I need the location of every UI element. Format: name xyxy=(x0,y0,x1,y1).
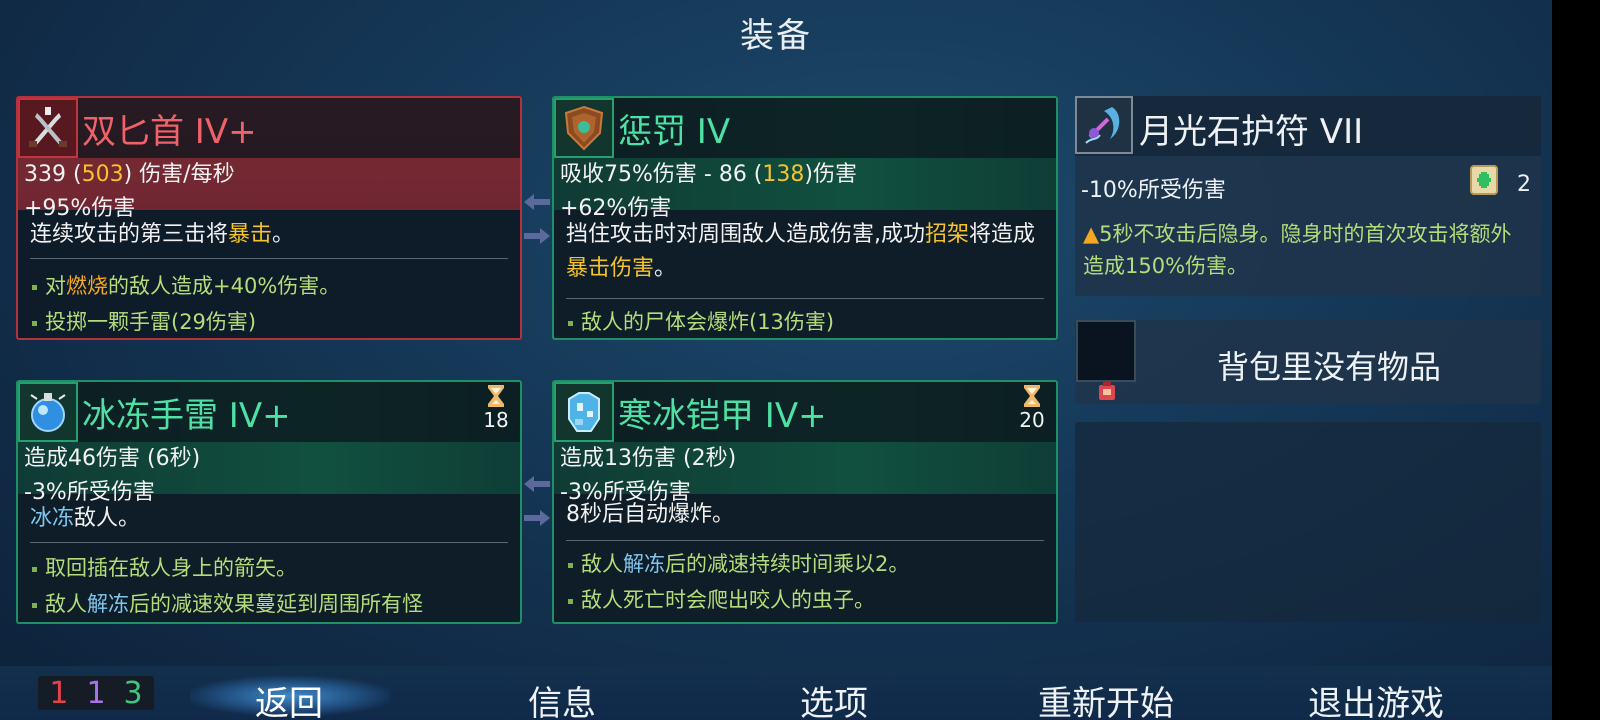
screen-edge xyxy=(1552,0,1600,720)
backpack-empty-text: 背包里没有物品 xyxy=(1217,348,1442,386)
skill-name: 寒冰铠甲 IV+ xyxy=(618,396,827,436)
twin-daggers-icon xyxy=(18,98,78,158)
amulet-description: ▲5秒不攻击后隐身。隐身时的首次攻击将额外造成150%伤害。 xyxy=(1083,222,1512,278)
skill-damage: 造成13伤害 (2秒) xyxy=(560,446,737,471)
amulet-stat: -10%所受伤害 xyxy=(1081,178,1226,203)
hourglass-icon xyxy=(1024,385,1040,407)
divider xyxy=(30,258,508,259)
backpack-panel[interactable]: 背包里没有物品 xyxy=(1075,320,1541,404)
scroll-icon xyxy=(1470,165,1498,195)
skill-card-ice-grenade[interactable]: 冰冻手雷 IV+ 18 造成46伤害 (6秒) -3%所受伤害 冰冻敌人。 取回… xyxy=(16,380,522,624)
divider xyxy=(566,540,1044,541)
page-title: 装备 xyxy=(740,16,812,56)
ice-armor-icon xyxy=(554,382,614,442)
back-button[interactable]: 返回 xyxy=(255,676,323,720)
restart-button[interactable]: 重新开始 xyxy=(1038,676,1174,720)
cooldown-seconds: 20 xyxy=(1019,408,1045,432)
scroll-count: 2 xyxy=(1517,172,1531,197)
brutality-count: 1 xyxy=(49,675,69,711)
skill-name: 冰冻手雷 IV+ xyxy=(82,396,291,436)
affix-item: 投掷一颗手雷(29伤害) xyxy=(32,306,514,336)
cooldown-seconds: 18 xyxy=(483,408,509,432)
weapon-description: 连续攻击的第三击将暴击。 xyxy=(30,222,295,247)
tactics-count: 1 xyxy=(86,675,106,711)
affix-item: 敌人的尸体会爆炸(13伤害) xyxy=(568,306,1050,336)
skill-damage: 造成46伤害 (6秒) xyxy=(24,446,201,471)
divider xyxy=(30,542,508,543)
backpack-slot[interactable] xyxy=(1076,320,1136,382)
shield-icon xyxy=(554,98,614,158)
empty-panel xyxy=(1075,422,1541,622)
backpack-icon xyxy=(1099,382,1115,400)
weapon-name: 双匕首 IV+ xyxy=(82,112,257,152)
cooldown: 20 xyxy=(1014,384,1050,432)
weapon-name: 惩罚 IV xyxy=(618,112,731,152)
swap-right-arrow-icon[interactable] xyxy=(522,226,552,246)
affix-item: 敌人解冻后的减速效果蔓延到周围所有怪 xyxy=(32,588,514,618)
swap-left-arrow-icon[interactable] xyxy=(522,474,552,494)
hourglass-icon xyxy=(488,385,504,407)
skill-card-ice-armor[interactable]: 寒冰铠甲 IV+ 20 造成13伤害 (2秒) -3%所受伤害 8秒后自动爆炸。… xyxy=(552,380,1058,624)
cooldown: 18 xyxy=(478,384,514,432)
amulet-card[interactable]: 月光石护符 VII -10%所受伤害 2 ▲5秒不攻击后隐身。隐身时的首次攻击将… xyxy=(1075,96,1541,296)
weapon-dps: 339 (503) 伤害/每秒 xyxy=(24,162,235,187)
options-button[interactable]: 选项 xyxy=(800,676,868,720)
skill-description: 冰冻敌人。 xyxy=(30,506,141,531)
swap-left-arrow-icon[interactable] xyxy=(522,192,552,212)
affix-item: 敌人解冻后的减速持续时间乘以2。 xyxy=(568,548,1050,578)
affix-item: 敌人死亡时会爬出咬人的虫子。 xyxy=(568,584,1050,614)
quit-game-button[interactable]: 退出游戏 xyxy=(1308,676,1444,720)
ice-grenade-icon xyxy=(18,382,78,442)
scroll-stats: 1 1 3 xyxy=(38,675,154,711)
survival-count: 3 xyxy=(123,675,143,711)
affix-item: 取回插在敌人身上的箭矢。 xyxy=(32,552,514,582)
weapon-card-twin-daggers[interactable]: 双匕首 IV+ 339 (503) 伤害/每秒 +95%伤害 连续攻击的第三击将… xyxy=(16,96,522,340)
weapon-description: 挡住攻击时对周围敌人造成伤害,成功招架将造成暴击伤害。 xyxy=(566,222,1036,281)
affix-item: 对燃烧的敌人造成+40%伤害。 xyxy=(32,270,514,300)
moonstone-amulet-icon xyxy=(1075,96,1133,154)
skill-description: 8秒后自动爆炸。 xyxy=(566,502,734,527)
info-button[interactable]: 信息 xyxy=(528,676,596,720)
swap-right-arrow-icon[interactable] xyxy=(522,508,552,528)
amulet-name: 月光石护符 VII xyxy=(1139,112,1364,152)
weapon-card-punishment[interactable]: 惩罚 IV 吸收75%伤害 - 86 (138)伤害 +62%伤害 挡住攻击时对… xyxy=(552,96,1058,340)
weapon-block: 吸收75%伤害 - 86 (138)伤害 xyxy=(560,162,857,187)
divider xyxy=(566,298,1044,299)
